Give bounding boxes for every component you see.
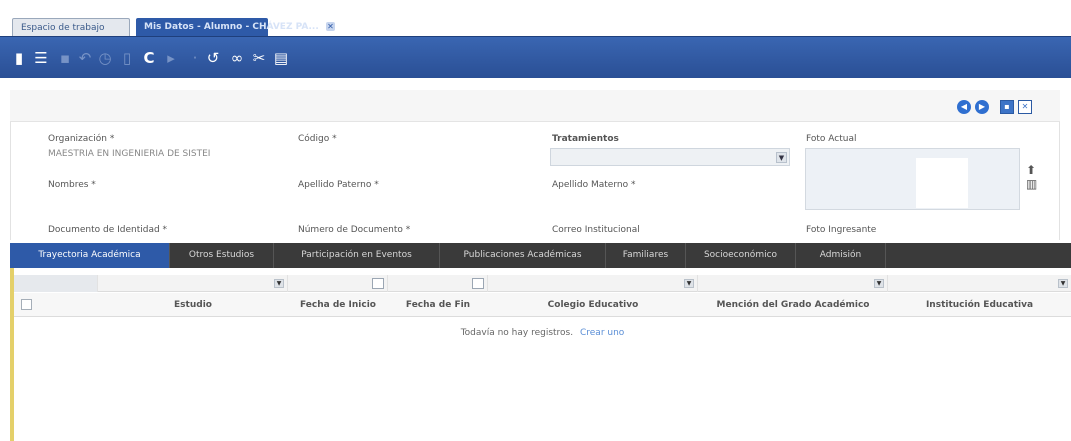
column-fecha-fin[interactable]: Fecha de Fin xyxy=(388,293,488,317)
chevron-down-icon[interactable]: ▼ xyxy=(1058,279,1068,288)
chevron-down-icon[interactable]: ▼ xyxy=(684,279,694,288)
create-record-link[interactable]: Crear uno xyxy=(580,328,624,338)
save-icon[interactable]: ▪ xyxy=(56,49,74,67)
print-icon[interactable]: ▸ xyxy=(162,49,180,67)
tab-espacio-de-trabajo[interactable]: Espacio de trabajo xyxy=(12,18,130,36)
codigo-label: Código * xyxy=(298,134,337,144)
filter-colegio[interactable]: ▼ xyxy=(488,275,698,292)
documento-label: Documento de Identidad * xyxy=(48,225,168,235)
upload-icon[interactable]: ⬆ xyxy=(1026,164,1036,176)
organizacion-label: Organización * xyxy=(48,134,115,144)
form-view-icon[interactable]: ▪ xyxy=(1000,100,1014,114)
column-estudio[interactable]: Estudio xyxy=(98,293,288,317)
apellido-paterno-label: Apellido Paterno * xyxy=(298,180,379,190)
tratamientos-label: Tratamientos xyxy=(552,134,619,144)
toolbar: ▮ ☰ ▪ ↶ ◷ ▯ C ▸ · ↺ ∞ ✂ ▤ xyxy=(0,36,1071,78)
window-tab-bar: Espacio de trabajo Mis Datos - Alumno - … xyxy=(0,0,1071,36)
undo-icon[interactable]: ↶ xyxy=(76,49,94,67)
chevron-down-icon[interactable]: ▼ xyxy=(274,279,284,288)
chevron-down-icon[interactable]: ▼ xyxy=(874,279,884,288)
foto-actual-label: Foto Actual xyxy=(806,134,857,144)
column-mencion-grado[interactable]: Mención del Grado Académico xyxy=(698,293,888,317)
filter-estudio[interactable]: ▼ xyxy=(98,275,288,292)
column-colegio-educativo[interactable]: Colegio Educativo xyxy=(488,293,698,317)
grid-filter-row: ▼ ▼ ▼ ▼ xyxy=(14,275,1071,292)
tab-publicaciones-academicas[interactable]: Publicaciones Académicas xyxy=(440,243,606,268)
form-navigation-bar: ◀ ▶ ▪ ✕ xyxy=(10,90,1060,122)
new-record-icon[interactable]: ▮ xyxy=(10,49,28,67)
link-icon[interactable]: ∞ xyxy=(228,49,246,67)
tab-trayectoria-academica[interactable]: Trayectoria Académica xyxy=(10,243,170,268)
filter-institucion[interactable]: ▼ xyxy=(888,275,1071,292)
trash-icon[interactable]: ▥ xyxy=(1026,178,1037,190)
grid-empty-message: Todavía no hay registros. Crear uno xyxy=(14,328,1071,338)
tab-participacion-eventos[interactable]: Participación en Eventos xyxy=(274,243,440,268)
calendar-icon[interactable] xyxy=(472,278,484,289)
previous-record-icon[interactable]: ◀ xyxy=(957,100,971,114)
chevron-down-icon[interactable]: ▼ xyxy=(776,152,787,163)
tools-icon[interactable]: ✂ xyxy=(250,49,268,67)
filter-mencion[interactable]: ▼ xyxy=(698,275,888,292)
photo-placeholder xyxy=(916,158,968,208)
filter-fecha-fin[interactable] xyxy=(388,275,488,292)
foto-actual-box[interactable] xyxy=(805,148,1020,210)
history-icon[interactable]: ◷ xyxy=(96,49,114,67)
tab-admision[interactable]: Admisión xyxy=(796,243,886,268)
tab-label: Mis Datos - Alumno - CHÁVEZ PA... xyxy=(144,22,319,32)
empty-text: Todavía no hay registros. xyxy=(460,328,574,338)
help-icon[interactable]: ↺ xyxy=(204,49,222,67)
tab-label: Espacio de trabajo xyxy=(21,23,105,33)
menu-icon[interactable]: ▤ xyxy=(272,49,290,67)
delete-icon[interactable]: ▯ xyxy=(118,49,136,67)
attach-icon[interactable]: · xyxy=(186,49,204,67)
next-record-icon[interactable]: ▶ xyxy=(975,100,989,114)
apellido-materno-label: Apellido Materno * xyxy=(552,180,636,190)
calendar-icon[interactable] xyxy=(372,278,384,289)
column-institucion-educativa[interactable]: Institución Educativa xyxy=(888,293,1071,317)
grid-view-icon[interactable]: ✕ xyxy=(1018,100,1032,114)
foto-ingresante-label: Foto Ingresante xyxy=(806,225,877,235)
correo-label: Correo Institucional xyxy=(552,225,640,235)
nombres-label: Nombres * xyxy=(48,180,96,190)
select-all-checkbox[interactable] xyxy=(21,299,32,310)
column-fecha-inicio[interactable]: Fecha de Inicio xyxy=(288,293,388,317)
section-tab-bar: Trayectoria Académica Otros Estudios Par… xyxy=(10,243,1071,268)
tratamientos-select[interactable]: ▼ xyxy=(550,148,790,166)
filter-fecha-inicio[interactable] xyxy=(288,275,388,292)
tab-mis-datos[interactable]: Mis Datos - Alumno - CHÁVEZ PA... ✕ xyxy=(136,18,335,36)
tab-familiares[interactable]: Familiares xyxy=(606,243,686,268)
grid-header-row: Estudio Fecha de Inicio Fecha de Fin Col… xyxy=(14,293,1071,317)
tab-socioeconomico[interactable]: Socioeconómico xyxy=(686,243,796,268)
filter-cell-selector xyxy=(14,275,98,292)
refresh-icon[interactable]: C xyxy=(140,49,158,67)
list-icon[interactable]: ☰ xyxy=(32,49,50,67)
numero-documento-label: Número de Documento * xyxy=(298,225,411,235)
tab-otros-estudios[interactable]: Otros Estudios xyxy=(170,243,274,268)
organizacion-value[interactable]: MAESTRIA EN INGENIERIA DE SISTEI xyxy=(48,149,210,159)
close-icon[interactable]: ✕ xyxy=(325,22,335,31)
